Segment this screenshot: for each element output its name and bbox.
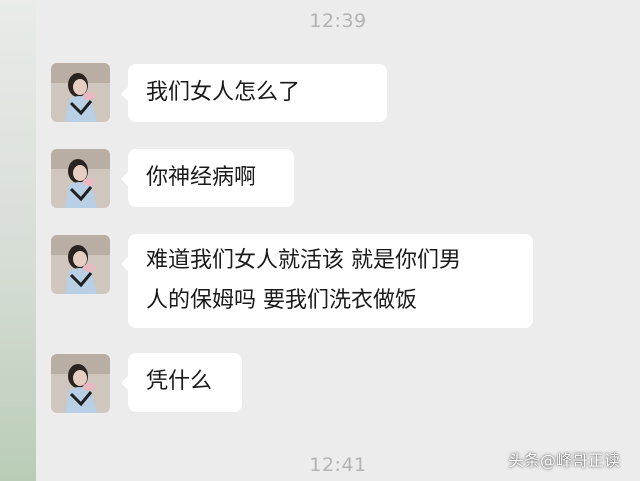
timestamp: 12:39 <box>309 10 367 32</box>
message-bubble[interactable]: 凭什么 <box>121 353 242 412</box>
message-bubble[interactable]: 你神经病啊 <box>121 149 294 207</box>
watermark-platform: 头条 <box>508 451 541 470</box>
message-text-line-2: 人的保姆吗 要我们洗衣做饭 <box>146 288 417 313</box>
message-bubble[interactable]: 难道我们女人就活该 就是你们男 人的保姆吗 要我们洗衣做饭 <box>121 234 533 328</box>
message-text-line-1: 难道我们女人就活该 就是你们男 <box>146 248 461 273</box>
message-text: 我们女人怎么了 <box>146 80 301 105</box>
background-edge <box>0 0 36 481</box>
avatar[interactable] <box>51 235 110 294</box>
message-bubble[interactable]: 我们女人怎么了 <box>121 64 387 122</box>
avatar-photo-icon <box>51 354 110 413</box>
watermark-account: @峰哥正读 <box>540 451 621 470</box>
avatar[interactable] <box>51 63 110 122</box>
avatar-photo-icon <box>51 235 110 294</box>
message-text: 凭什么 <box>146 369 213 394</box>
avatar-photo-icon <box>51 149 110 208</box>
watermark: 头条@峰哥正读 <box>508 449 620 473</box>
avatar-photo-icon <box>51 63 110 122</box>
message-text: 你神经病啊 <box>146 165 257 190</box>
chat-panel[interactable]: 12:39 我们女人怎么了 你神经病啊 难道我们女人就活该 就是你们男 人的保姆… <box>36 0 640 481</box>
avatar[interactable] <box>51 354 110 413</box>
avatar[interactable] <box>51 149 110 208</box>
